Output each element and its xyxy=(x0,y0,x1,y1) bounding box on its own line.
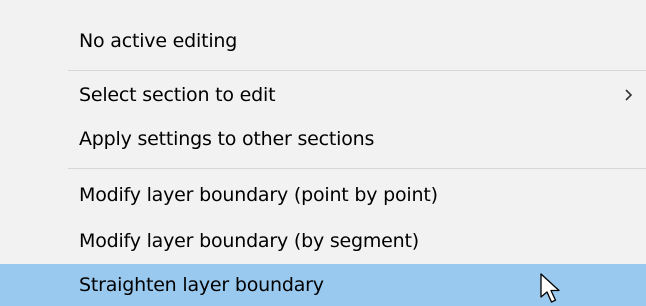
menu-item-select-section-to-edit[interactable]: Select section to edit xyxy=(0,72,646,118)
menu-item-label: Modify layer boundary (point by point) xyxy=(79,184,438,206)
menu-separator xyxy=(68,70,646,71)
menu-item-modify-point-by-point[interactable]: Modify layer boundary (point by point) xyxy=(0,172,646,218)
context-menu: No active editing Select section to edit… xyxy=(0,0,646,306)
menu-item-label: No active editing xyxy=(79,30,238,52)
chevron-right-icon xyxy=(625,89,633,101)
menu-item-label: Modify layer boundary (by segment) xyxy=(79,230,419,252)
menu-item-label: Select section to edit xyxy=(79,84,276,106)
menu-item-no-active-editing[interactable]: No active editing xyxy=(0,18,646,64)
menu-item-modify-by-segment[interactable]: Modify layer boundary (by segment) xyxy=(0,218,646,264)
menu-separator xyxy=(68,168,646,169)
menu-item-label: Apply settings to other sections xyxy=(79,128,375,150)
menu-item-apply-settings[interactable]: Apply settings to other sections xyxy=(0,116,646,162)
arrow-pointer-icon xyxy=(540,273,560,303)
menu-item-label: Straighten layer boundary xyxy=(79,274,324,296)
